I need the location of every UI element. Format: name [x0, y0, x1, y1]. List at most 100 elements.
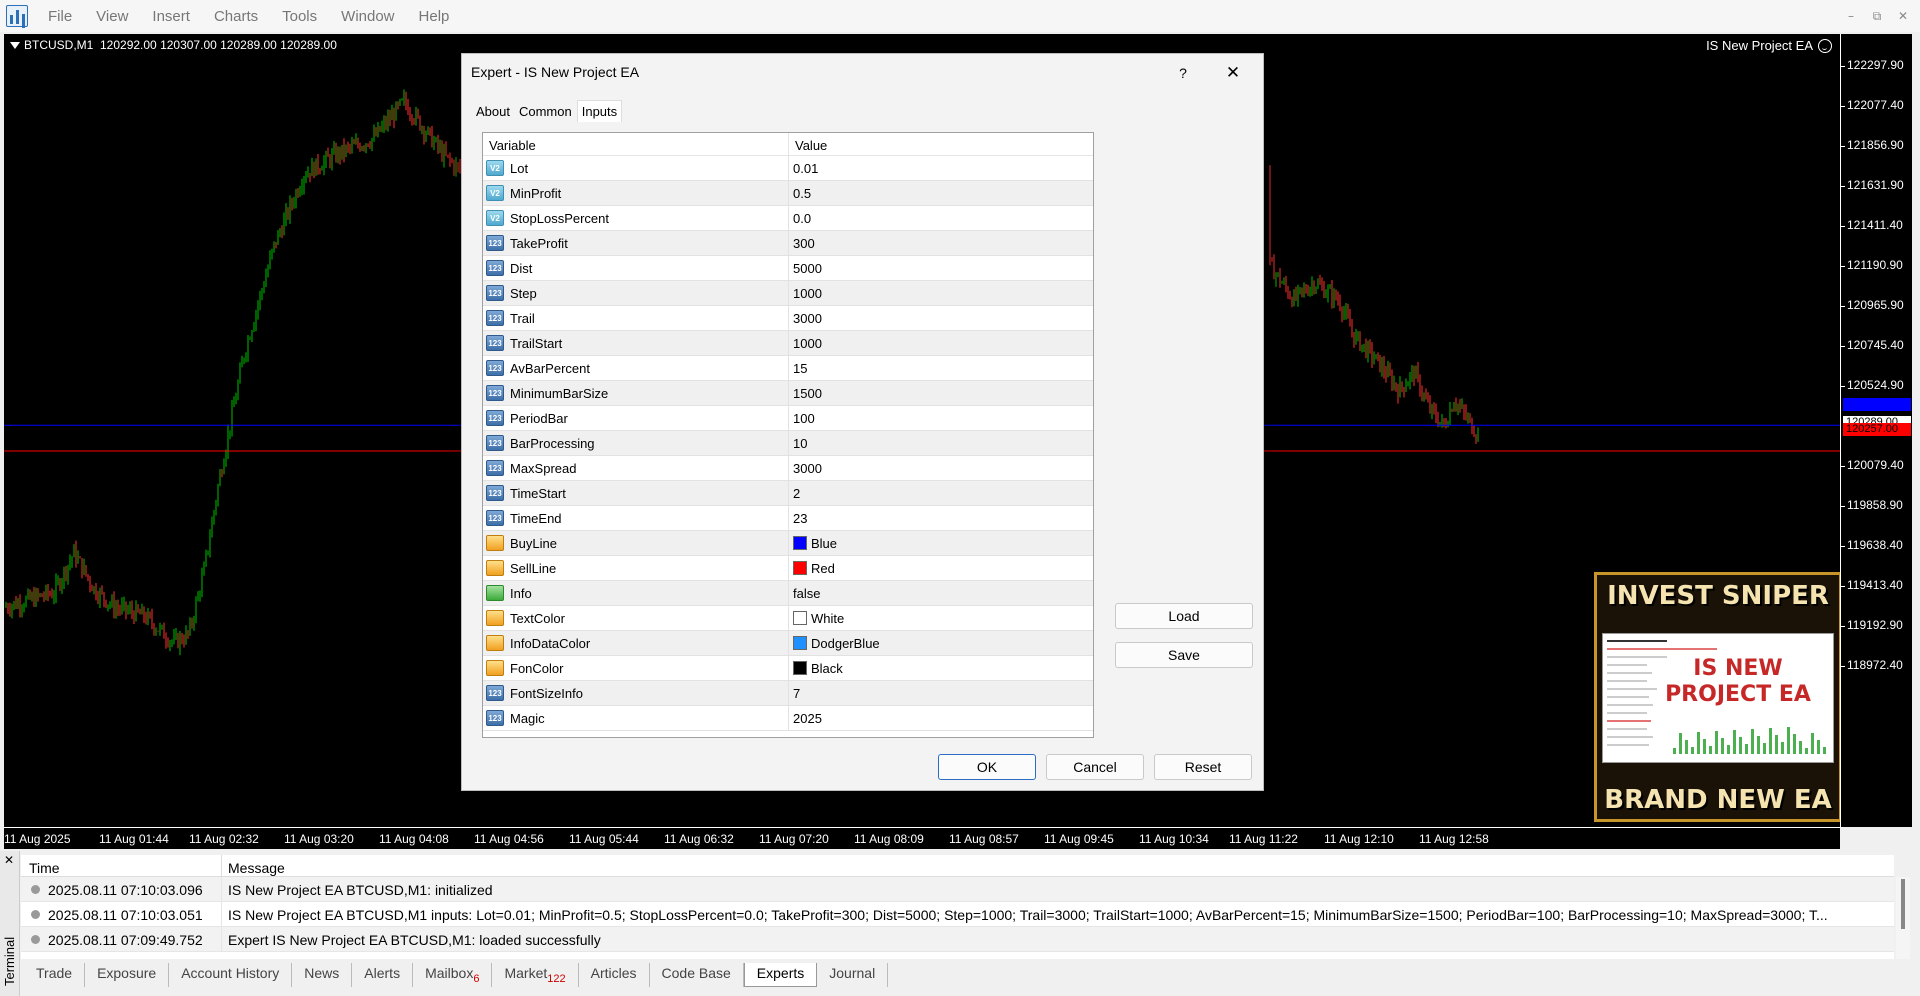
terminal-close-icon[interactable]: ✕ [4, 853, 14, 867]
menu-file[interactable]: File [36, 8, 84, 25]
terminal-tab-alerts[interactable]: Alerts [352, 963, 414, 987]
input-value-text: DodgerBlue [811, 635, 880, 651]
terminal-tab-account-history[interactable]: Account History [169, 963, 293, 987]
ok-button[interactable]: OK [938, 754, 1036, 780]
input-row[interactable]: 123 TimeEnd 23 [483, 506, 1093, 531]
input-row[interactable]: SellLine Red [483, 556, 1093, 581]
minimize-icon[interactable]: – [1840, 6, 1862, 26]
help-button[interactable]: ? [1168, 60, 1198, 86]
input-value-cell[interactable]: 300 [789, 231, 1093, 255]
input-value-text: Blue [811, 535, 838, 551]
reset-button[interactable]: Reset [1154, 754, 1252, 780]
input-value-cell[interactable]: 5000 [789, 256, 1093, 280]
menu-tools[interactable]: Tools [270, 8, 329, 25]
input-row[interactable]: BuyLine Blue [483, 531, 1093, 556]
save-button[interactable]: Save [1115, 642, 1253, 668]
log-row[interactable]: 2025.08.11 07:10:03.096 IS New Project EA… [21, 877, 1894, 902]
input-row[interactable]: 123 TakeProfit 300 [483, 231, 1093, 256]
menu-insert[interactable]: Insert [140, 8, 202, 25]
collapse-triangle-icon[interactable] [10, 42, 20, 49]
column-variable[interactable]: Variable [483, 133, 789, 155]
input-row[interactable]: 123 BarProcessing 10 [483, 431, 1093, 456]
menu-help[interactable]: Help [407, 8, 462, 25]
input-value-cell[interactable]: 1000 [789, 281, 1093, 305]
input-value-cell[interactable]: White [789, 606, 1093, 630]
tab-about[interactable]: About [472, 100, 514, 122]
input-value-cell[interactable]: 100 [789, 406, 1093, 430]
input-row[interactable]: 123 PeriodBar 100 [483, 406, 1093, 431]
terminal-tab-news[interactable]: News [292, 963, 353, 987]
input-row[interactable]: 123 Magic 2025 [483, 706, 1093, 731]
input-variable-cell: V2 Lot [483, 156, 789, 180]
price-tick [1841, 586, 1845, 587]
input-value-cell[interactable]: 3000 [789, 456, 1093, 480]
menu-view[interactable]: View [84, 8, 140, 25]
input-value-cell[interactable]: 10 [789, 431, 1093, 455]
log-row[interactable]: 2025.08.11 07:10:03.051 IS New Project EA… [21, 902, 1894, 927]
column-value[interactable]: Value [789, 133, 833, 155]
input-row[interactable]: 123 TimeStart 2 [483, 481, 1093, 506]
input-value-cell[interactable]: 15 [789, 356, 1093, 380]
restore-icon[interactable]: ⧉ [1866, 6, 1888, 26]
input-value-cell[interactable]: 1000 [789, 331, 1093, 355]
log-scrollbar[interactable] [1896, 877, 1910, 959]
input-row[interactable]: V2 StopLossPercent 0.0 [483, 206, 1093, 231]
input-row[interactable]: 123 Trail 3000 [483, 306, 1093, 331]
input-row[interactable]: InfoDataColor DodgerBlue [483, 631, 1093, 656]
input-row[interactable]: 123 TrailStart 1000 [483, 331, 1093, 356]
input-value-cell[interactable]: 2025 [789, 706, 1093, 730]
tab-common[interactable]: Common [515, 100, 576, 122]
tab-inputs[interactable]: Inputs [576, 100, 623, 122]
price-tick [1841, 146, 1845, 147]
log-message: IS New Project EA BTCUSD,M1: initialized [228, 882, 493, 898]
input-row[interactable]: Info false [483, 581, 1093, 606]
input-value-cell[interactable]: 0.5 [789, 181, 1093, 205]
input-row[interactable]: 123 MinimumBarSize 1500 [483, 381, 1093, 406]
int-type-icon: 123 [486, 435, 504, 451]
input-value-cell[interactable]: 2 [789, 481, 1093, 505]
close-window-icon[interactable]: ✕ [1892, 6, 1914, 26]
price-axis[interactable]: 122297.90 122077.40 121856.90 121631.90 1214… [1840, 34, 1912, 827]
input-row[interactable]: 123 Step 1000 [483, 281, 1093, 306]
app-chart-icon[interactable] [6, 5, 28, 27]
log-scrollbar-thumb[interactable] [1901, 879, 1905, 929]
expert-label[interactable]: IS New Project EA [1706, 38, 1832, 53]
input-value-cell[interactable]: Red [789, 556, 1093, 580]
input-value-cell[interactable]: DodgerBlue [789, 631, 1093, 655]
input-row[interactable]: 123 AvBarPercent 15 [483, 356, 1093, 381]
log-column-message[interactable]: Message [222, 855, 1894, 876]
terminal-tab-code-base[interactable]: Code Base [650, 963, 744, 987]
time-axis[interactable]: 11 Aug 2025 11 Aug 01:44 11 Aug 02:32 11 Au… [4, 827, 1840, 849]
input-value-cell[interactable]: 23 [789, 506, 1093, 530]
terminal-tab-articles[interactable]: Articles [579, 963, 650, 987]
terminal-tab-label: Journal [829, 965, 876, 981]
menu-window[interactable]: Window [329, 8, 406, 25]
terminal-tab-market[interactable]: Market122 [492, 963, 579, 987]
input-value-cell[interactable]: Blue [789, 531, 1093, 555]
close-icon[interactable]: ✕ [1218, 60, 1248, 86]
input-row[interactable]: V2 Lot 0.01 [483, 156, 1093, 181]
input-row[interactable]: V2 MinProfit 0.5 [483, 181, 1093, 206]
input-value-cell[interactable]: 7 [789, 681, 1093, 705]
terminal-tab-journal[interactable]: Journal [817, 963, 889, 987]
input-row[interactable]: TextColor White [483, 606, 1093, 631]
menu-charts[interactable]: Charts [202, 8, 270, 25]
terminal-tab-experts[interactable]: Experts [743, 963, 818, 987]
input-row[interactable]: FonColor Black [483, 656, 1093, 681]
input-row[interactable]: 123 MaxSpread 3000 [483, 456, 1093, 481]
terminal-tab-mailbox[interactable]: Mailbox6 [413, 963, 493, 987]
load-button[interactable]: Load [1115, 603, 1253, 629]
input-value-cell[interactable]: 0.0 [789, 206, 1093, 230]
input-value-cell[interactable]: 3000 [789, 306, 1093, 330]
cancel-button[interactable]: Cancel [1046, 754, 1144, 780]
input-value-cell[interactable]: false [789, 581, 1093, 605]
input-value-cell[interactable]: Black [789, 656, 1093, 680]
terminal-tab-trade[interactable]: Trade [24, 963, 86, 987]
input-row[interactable]: 123 FontSizeInfo 7 [483, 681, 1093, 706]
log-column-time[interactable]: Time [21, 855, 222, 876]
log-row[interactable]: 2025.08.11 07:09:49.752 Expert IS New Pro… [21, 927, 1894, 952]
terminal-tab-exposure[interactable]: Exposure [85, 963, 170, 987]
input-value-cell[interactable]: 1500 [789, 381, 1093, 405]
input-row[interactable]: 123 Dist 5000 [483, 256, 1093, 281]
input-value-cell[interactable]: 0.01 [789, 156, 1093, 180]
